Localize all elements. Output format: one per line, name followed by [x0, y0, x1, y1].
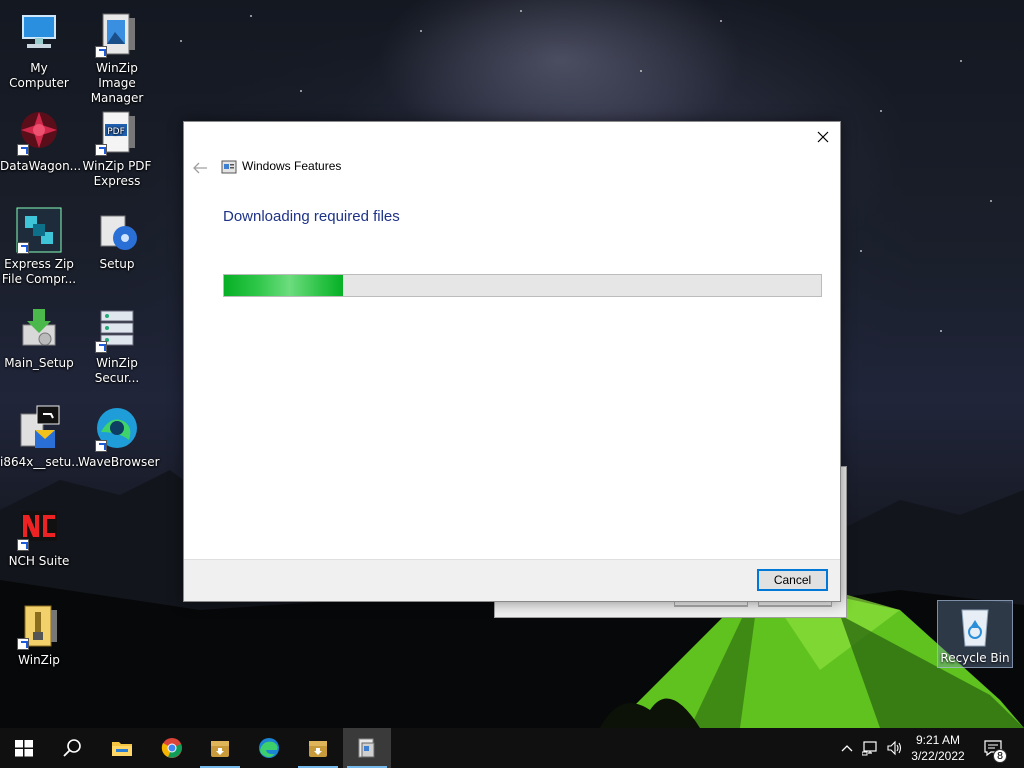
desktop-icon-label: Setup	[99, 257, 135, 271]
clock-date: 3/22/2022	[911, 749, 965, 763]
winzip-pdf-icon: PDF	[93, 108, 141, 156]
windows-features-dialog: Windows Features Downloading required fi…	[183, 121, 841, 602]
clock-time: 9:21 AM	[915, 733, 961, 747]
taskbar: 9:21 AM 3/22/2022	[0, 728, 1024, 768]
volume-tray-button[interactable]	[884, 728, 906, 768]
express-zip-icon	[15, 206, 63, 254]
volume-icon	[887, 740, 902, 756]
desktop-icon-winzip-pdf-express[interactable]: PDF WinZip PDF Express	[78, 108, 156, 189]
desktop-icon-label: i864x__setu...	[0, 455, 83, 469]
taskbar-installer-1[interactable]	[196, 728, 244, 768]
desktop-icon-express-zip[interactable]: Express Zip File Compr...	[0, 206, 78, 287]
progress-bar-fill	[224, 275, 344, 296]
nch-suite-icon	[15, 503, 63, 551]
dialog-title: Windows Features	[242, 159, 342, 173]
start-icon	[15, 740, 33, 757]
recycle-bin-icon	[961, 609, 989, 647]
desktop-icon-recycle-bin[interactable]: Recycle Bin	[937, 600, 1013, 668]
dialog-footer: Cancel	[184, 559, 840, 601]
desktop-icon-winzip[interactable]: WinZip	[0, 602, 78, 668]
desktop-icon-setup[interactable]: Setup	[78, 206, 156, 272]
windows-features-icon	[358, 738, 375, 758]
chevron-up-icon	[841, 745, 853, 752]
cancel-button[interactable]: Cancel	[757, 569, 828, 591]
installer-icon	[15, 305, 63, 353]
desktop-icon-wavebrowser[interactable]: WaveBrowser	[78, 404, 160, 470]
installer-box-icon	[309, 741, 327, 757]
notification-count-badge: 8	[993, 749, 1007, 763]
taskbar-windows-features[interactable]	[343, 728, 391, 768]
desktop-icon-label: WinZip Secur...	[94, 356, 140, 385]
taskbar-file-explorer[interactable]	[98, 728, 146, 768]
wavebrowser-icon	[93, 404, 141, 452]
show-hidden-icons-button[interactable]	[838, 728, 856, 768]
setup-exe-icon	[15, 404, 63, 452]
back-button[interactable]	[192, 160, 208, 174]
status-heading: Downloading required files	[223, 208, 400, 225]
close-icon	[817, 131, 829, 143]
taskbar-clock[interactable]: 9:21 AM 3/22/2022	[904, 732, 972, 764]
recycle-bin-label: Recycle Bin	[940, 651, 1010, 665]
setup-icon	[93, 206, 141, 254]
file-explorer-icon	[112, 742, 132, 756]
desktop-icon-winzip-secure[interactable]: WinZip Secur...	[78, 305, 156, 386]
back-arrow-icon	[193, 162, 207, 174]
desktop-icon-label: Express Zip File Compr...	[1, 257, 77, 286]
windows-features-icon	[221, 159, 237, 175]
search-icon	[63, 739, 81, 757]
desktop-icon-label: NCH Suite	[8, 554, 70, 568]
network-icon	[862, 741, 877, 756]
progress-bar	[223, 274, 822, 297]
desktop-icon-label: WinZip Image Manager	[90, 61, 144, 105]
network-tray-button[interactable]	[860, 728, 882, 768]
desktop-icon-label: WinZip PDF Express	[82, 159, 152, 188]
desktop-icon-i864x-setup[interactable]: i864x__setu...	[0, 404, 83, 470]
svg-text:PDF: PDF	[107, 127, 125, 137]
desktop-icon-main-setup[interactable]: Main_Setup	[0, 305, 78, 371]
search-button[interactable]	[48, 728, 96, 768]
desktop-icon-nch-suite[interactable]: NCH Suite	[0, 503, 78, 569]
winzip-secure-icon	[93, 305, 141, 353]
taskbar-edge[interactable]	[245, 728, 293, 768]
close-button[interactable]	[806, 122, 840, 152]
desktop-icon-winzip-image-manager[interactable]: WinZip Image Manager	[78, 10, 156, 106]
winzip-icon	[15, 602, 63, 650]
desktop-icon-my-computer[interactable]: My Computer	[0, 10, 78, 91]
desktop-icon-label: WinZip	[18, 653, 60, 667]
desktop-icon-label: Main_Setup	[4, 356, 74, 370]
datawagon-icon	[15, 108, 63, 156]
installer-box-icon	[211, 741, 229, 757]
chrome-icon	[161, 738, 182, 758]
taskbar-chrome[interactable]	[148, 728, 196, 768]
desktop-icon-label: My Computer	[9, 61, 69, 90]
edge-icon	[259, 738, 279, 758]
desktop-icon-datawagon[interactable]: DataWagon...	[0, 108, 82, 174]
desktop-icon-label: WaveBrowser	[78, 455, 160, 469]
start-button[interactable]	[0, 728, 48, 768]
winzip-image-manager-icon	[93, 10, 141, 58]
computer-icon	[15, 10, 63, 58]
desktop-icon-label: DataWagon...	[0, 159, 82, 173]
taskbar-installer-2[interactable]	[294, 728, 342, 768]
